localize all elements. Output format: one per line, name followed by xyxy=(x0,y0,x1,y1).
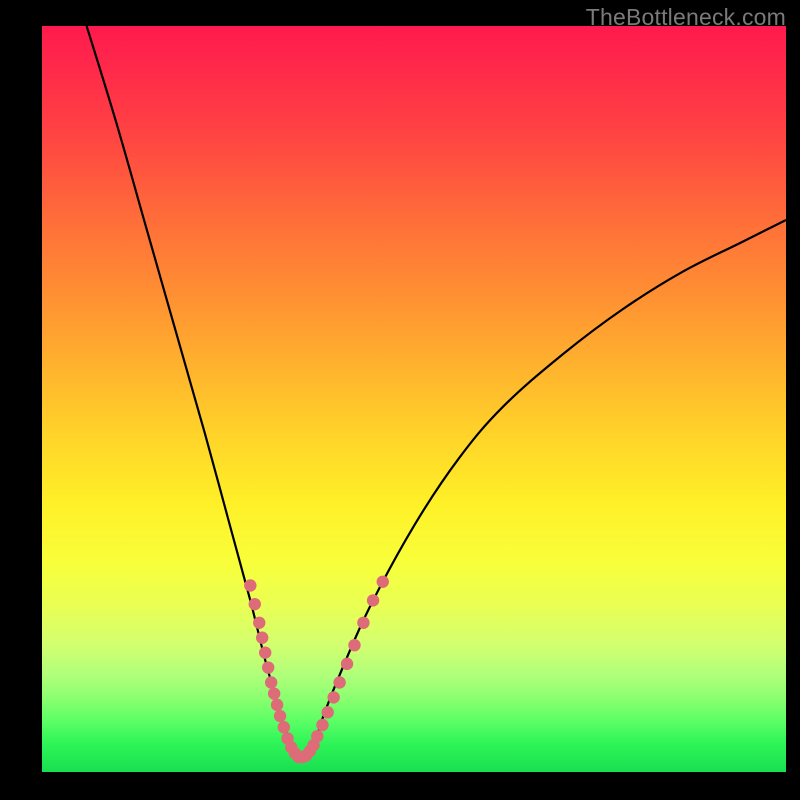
marker-dot xyxy=(262,661,274,673)
marker-dot xyxy=(253,617,265,629)
marker-dot xyxy=(259,646,271,658)
marker-dot xyxy=(377,576,389,588)
highlight-dots xyxy=(244,576,389,764)
marker-dot xyxy=(311,730,323,742)
marker-dot xyxy=(333,676,345,688)
marker-dot xyxy=(367,594,379,606)
marker-dot xyxy=(348,639,360,651)
plot-area xyxy=(42,26,786,772)
marker-dot xyxy=(322,706,334,718)
chart-frame: TheBottleneck.com xyxy=(0,0,800,800)
watermark-text: TheBottleneck.com xyxy=(586,4,786,31)
marker-dot xyxy=(274,710,286,722)
marker-dot xyxy=(244,579,256,591)
marker-dot xyxy=(265,676,277,688)
marker-dot xyxy=(341,658,353,670)
curve-layer xyxy=(42,26,786,772)
marker-dot xyxy=(278,721,290,733)
marker-dot xyxy=(268,687,280,699)
marker-dot xyxy=(357,617,369,629)
bottleneck-curve xyxy=(87,26,786,757)
marker-dot xyxy=(327,691,339,703)
marker-dot xyxy=(249,598,261,610)
marker-dot xyxy=(316,719,328,731)
marker-dot xyxy=(271,699,283,711)
marker-dot xyxy=(256,632,268,644)
